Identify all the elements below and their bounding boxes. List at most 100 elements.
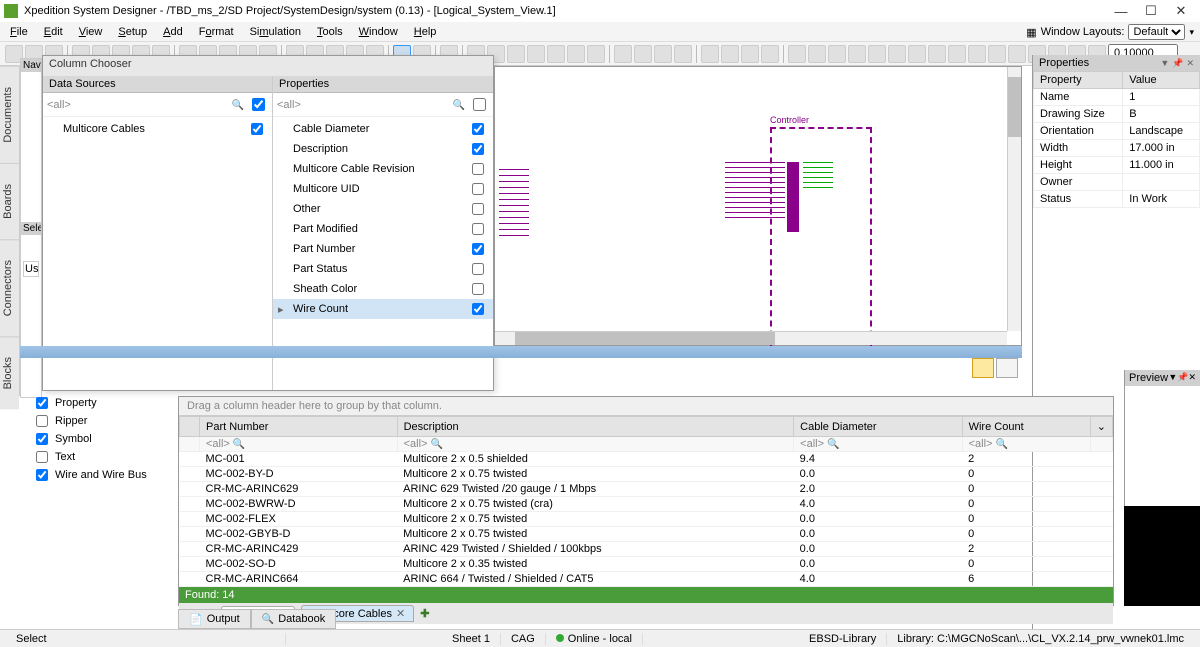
toolbar-button[interactable] (848, 45, 866, 63)
toolbar-button[interactable] (868, 45, 886, 63)
search-icon[interactable] (232, 99, 244, 111)
grid-expand-icon[interactable]: ⌄ (1090, 417, 1112, 437)
prop-item[interactable]: Other (273, 199, 493, 219)
table-row[interactable]: CR-MC-ARINC429ARINC 429 Twisted / Shield… (180, 542, 1113, 557)
menu-window[interactable]: Window (353, 24, 404, 40)
left-tab-blocks[interactable]: Blocks (0, 336, 19, 409)
view-mode-button-1[interactable] (972, 358, 994, 378)
menu-tools[interactable]: Tools (311, 24, 349, 40)
prop-checkbox[interactable] (472, 223, 484, 235)
prop-checkbox[interactable] (472, 123, 484, 135)
view-mode-button-2[interactable] (996, 358, 1018, 378)
toolbar-button[interactable] (888, 45, 906, 63)
prop-item[interactable]: Description (273, 139, 493, 159)
prop-header-property[interactable]: Property (1034, 72, 1123, 89)
search-icon[interactable] (453, 99, 465, 111)
menu-simulation[interactable]: Simulation (244, 24, 307, 40)
toolbar-button[interactable] (1008, 45, 1026, 63)
layouts-dropdown-icon[interactable]: ▾ (1189, 27, 1194, 38)
minimize-button[interactable]: — (1106, 4, 1136, 19)
table-row[interactable]: CR-MC-ARINC664ARINC 664 / Twisted / Shie… (180, 572, 1113, 587)
menu-edit[interactable]: Edit (38, 24, 69, 40)
prop-item[interactable]: Multicore UID (273, 179, 493, 199)
menu-help[interactable]: Help (408, 24, 443, 40)
search-icon[interactable] (996, 438, 1008, 450)
toolbar-button[interactable] (968, 45, 986, 63)
left-tab-boards[interactable]: Boards (0, 163, 19, 239)
ds-checkbox[interactable] (251, 123, 263, 135)
property-row[interactable]: OrientationLandscape (1034, 123, 1200, 140)
filter-checkbox[interactable] (36, 397, 48, 409)
filter-checkbox[interactable] (36, 415, 48, 427)
ds-item[interactable]: Multicore Cables (43, 119, 272, 139)
toolbar-button[interactable] (808, 45, 826, 63)
layouts-select[interactable]: Default (1128, 24, 1185, 40)
ds-all-checkbox[interactable] (252, 98, 265, 111)
prop-checkbox[interactable] (472, 143, 484, 155)
prop-checkbox[interactable] (472, 203, 484, 215)
prop-item[interactable]: Sheath Color (273, 279, 493, 299)
bottom-tab-databook[interactable]: Databook (251, 609, 337, 629)
schematic-canvas[interactable]: Controller (494, 66, 1022, 346)
property-row[interactable]: Owner (1034, 174, 1200, 191)
grid-header-description[interactable]: Description (397, 417, 794, 437)
filter-check[interactable]: Property (30, 394, 178, 412)
toolbar-button[interactable] (547, 45, 565, 63)
toolbar-button[interactable] (507, 45, 525, 63)
table-row[interactable]: MC-002-BWRW-DMulticore 2 x 0.75 twisted … (180, 497, 1113, 512)
filter-checkbox[interactable] (36, 451, 48, 463)
prop-filter-text[interactable]: <all> (277, 99, 449, 111)
filter-checkbox[interactable] (36, 433, 48, 445)
grid-header-cable-diameter[interactable]: Cable Diameter (794, 417, 962, 437)
prop-item[interactable]: Cable Diameter (273, 119, 493, 139)
filter-check[interactable]: Symbol (30, 430, 178, 448)
toolbar-button[interactable] (988, 45, 1006, 63)
table-row[interactable]: MC-002-FLEXMulticore 2 x 0.75 twisted0.0… (180, 512, 1113, 527)
grid-header-wire-count[interactable]: Wire Count (962, 417, 1090, 437)
grid-group-hint[interactable]: Drag a column header here to group by th… (179, 397, 1113, 416)
prop-checkbox[interactable] (472, 263, 484, 275)
toolbar-button[interactable] (741, 45, 759, 63)
toolbar-button[interactable] (701, 45, 719, 63)
connector-block[interactable] (787, 162, 799, 232)
prop-checkbox[interactable] (472, 303, 484, 315)
toolbar-button[interactable] (587, 45, 605, 63)
toolbar-button[interactable] (721, 45, 739, 63)
property-row[interactable]: Width17.000 in (1034, 140, 1200, 157)
close-icon[interactable]: ✕ (396, 608, 405, 620)
prop-checkbox[interactable] (472, 283, 484, 295)
preview-pin-icon[interactable]: 📌 (1177, 372, 1188, 384)
panel-close-icon[interactable]: ✕ (1186, 58, 1194, 69)
toolbar-button[interactable] (908, 45, 926, 63)
toolbar-button[interactable] (634, 45, 652, 63)
property-row[interactable]: Name1 (1034, 89, 1200, 106)
prop-item[interactable]: Part Modified (273, 219, 493, 239)
toolbar-button[interactable] (654, 45, 672, 63)
menu-format[interactable]: Format (193, 24, 240, 40)
property-row[interactable]: StatusIn Work (1034, 191, 1200, 208)
maximize-button[interactable]: ☐ (1136, 3, 1166, 19)
menu-view[interactable]: View (73, 24, 109, 40)
filter-check[interactable]: Text (30, 448, 178, 466)
left-tab-documents[interactable]: Documents (0, 66, 19, 163)
prop-item[interactable]: Multicore Cable Revision (273, 159, 493, 179)
canvas-scrollbar-v[interactable] (1007, 67, 1021, 331)
prop-all-checkbox[interactable] (473, 98, 486, 111)
table-row[interactable]: MC-002-GBYB-DMulticore 2 x 0.75 twisted0… (180, 527, 1113, 542)
ds-filter-text[interactable]: <all> (47, 99, 228, 111)
search-icon[interactable] (233, 438, 245, 450)
prop-checkbox[interactable] (472, 243, 484, 255)
table-row[interactable]: MC-002-SO-DMulticore 2 x 0.35 twisted0.0… (180, 557, 1113, 572)
filter-checkbox[interactable] (36, 469, 48, 481)
toolbar-button[interactable] (614, 45, 632, 63)
menu-file[interactable]: File (4, 24, 34, 40)
grid-header-part-number[interactable]: Part Number (200, 417, 398, 437)
toolbar-button[interactable] (948, 45, 966, 63)
property-row[interactable]: Drawing SizeB (1034, 106, 1200, 123)
toolbar-button[interactable] (788, 45, 806, 63)
prop-checkbox[interactable] (472, 163, 484, 175)
filter-check[interactable]: Wire and Wire Bus (30, 466, 178, 484)
grid-filter-wc[interactable]: <all> (969, 438, 993, 450)
table-row[interactable]: MC-001Multicore 2 x 0.5 shielded9.42 (180, 452, 1113, 467)
preview-dropdown-icon[interactable]: ▼ (1168, 372, 1177, 384)
